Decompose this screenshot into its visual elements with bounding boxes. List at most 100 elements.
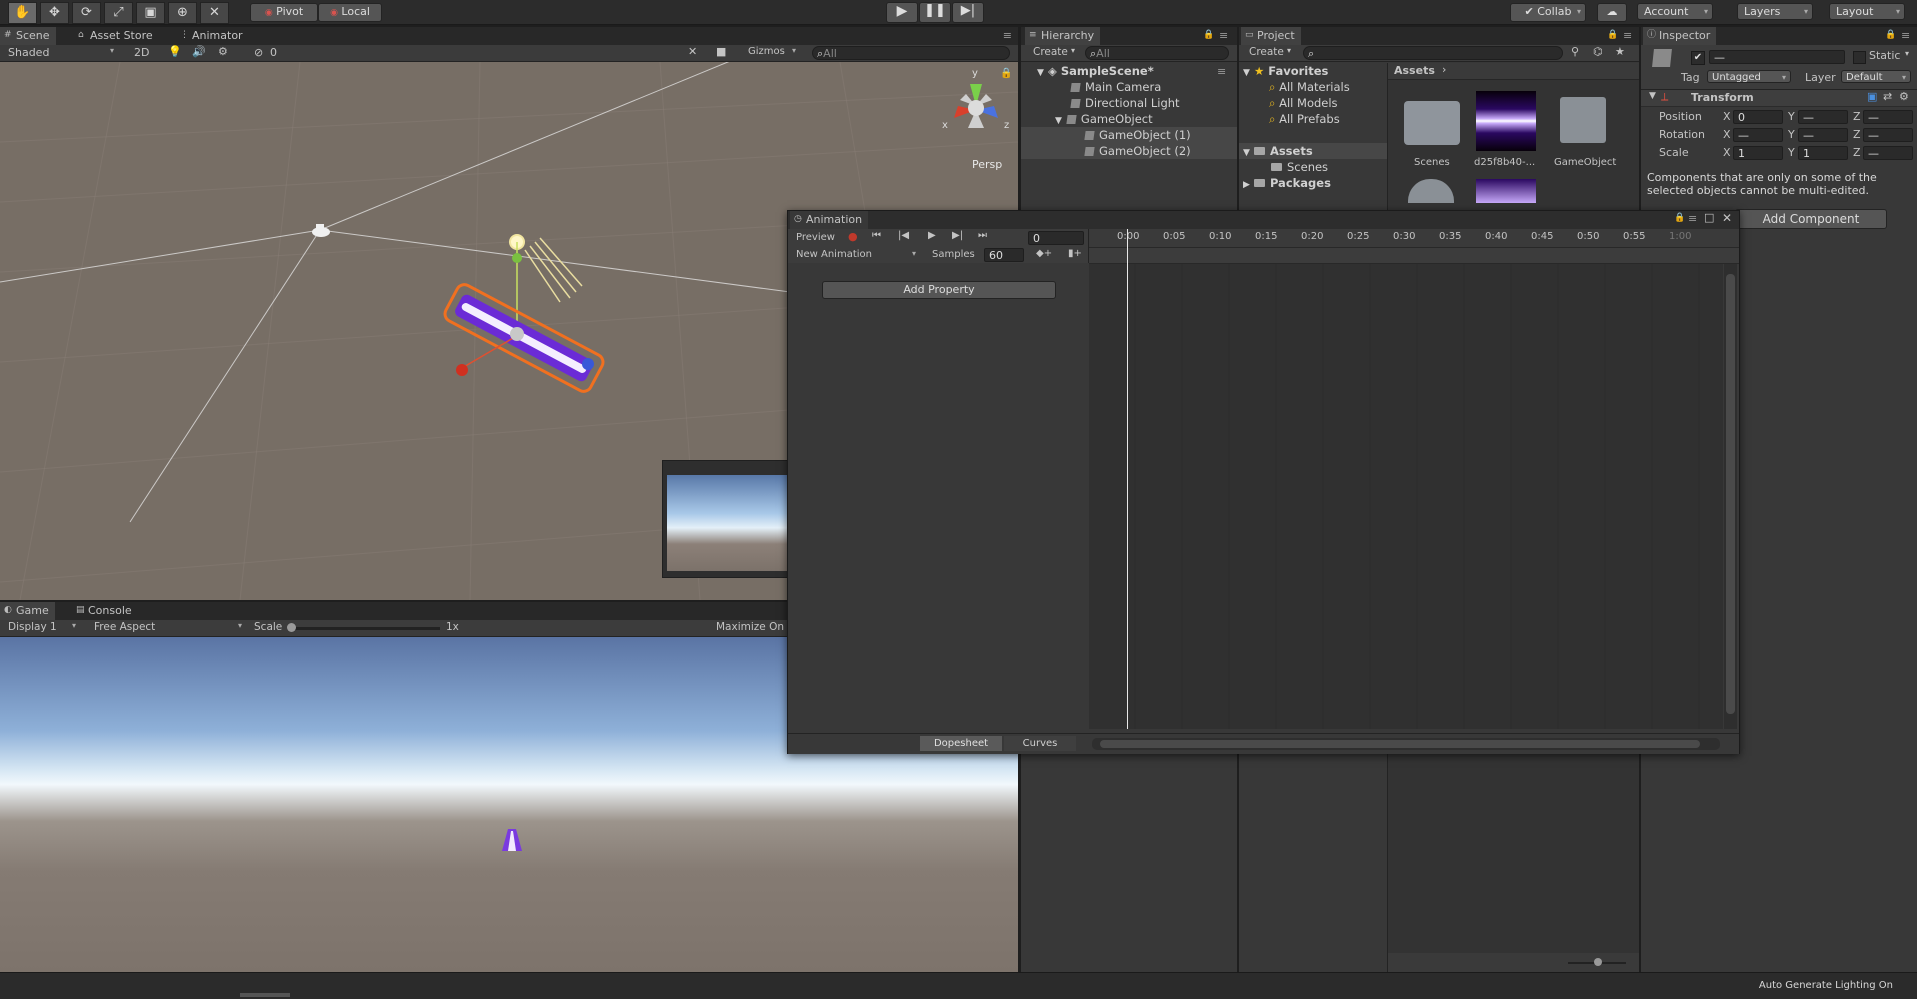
tab-game[interactable]: ◐ Game [0,602,55,620]
playhead-line[interactable] [1127,229,1128,729]
custom-tool-button[interactable]: ✕ [200,2,229,24]
add-component-button[interactable]: Add Component [1735,209,1887,229]
pivot-toggle[interactable]: ◉ Pivot [250,3,318,22]
asset-item-texture[interactable]: d25f8b40-... [1474,91,1538,171]
scale-slider-thumb[interactable] [287,623,296,632]
packages-folder[interactable]: ▶ Packages [1243,175,1331,191]
close-icon[interactable]: ✕ [1722,211,1732,225]
hierarchy-item-directional-light[interactable]: Directional Light [1070,95,1180,111]
rotation-y-field[interactable]: — [1798,128,1848,142]
static-checkbox[interactable] [1853,51,1866,64]
hierarchy-item-main-camera[interactable]: Main Camera [1070,79,1161,95]
tab-curves[interactable]: Curves [1004,736,1076,751]
audio-icon[interactable]: 🔊 [192,45,206,58]
rect-tool-button[interactable]: ▣ [136,2,165,24]
effects-icon[interactable]: ⚙ [218,45,228,58]
tools-icon[interactable]: ✕ [688,45,697,58]
prev-key-icon[interactable]: |◀ [898,230,909,241]
panel-menu-icon[interactable]: ≡ [1623,29,1632,42]
position-y-field[interactable]: — [1798,110,1848,124]
persp-label[interactable]: Persp [972,158,1002,171]
lock-icon[interactable]: 🔒 [1203,30,1214,40]
collab-dropdown[interactable]: ✔ Collab [1510,3,1586,22]
layers-dropdown[interactable]: Layers [1737,3,1813,20]
tab-hierarchy[interactable]: ≡ Hierarchy [1025,27,1101,45]
chevron-down-icon[interactable]: ▾ [1905,49,1909,58]
horizontal-scrollbar[interactable] [1092,738,1720,750]
z-axis-handle[interactable] [582,358,594,370]
tab-animator[interactable]: ⋮ Animator [176,27,249,45]
position-x-field[interactable]: 0 [1733,110,1783,124]
layout-dropdown[interactable]: Layout [1829,3,1905,20]
thumbnail-size-slider[interactable] [1388,953,1639,972]
scale-z-field[interactable]: — [1863,146,1913,160]
project-create-button[interactable]: Create [1249,46,1284,58]
record-icon[interactable]: ● [848,230,858,243]
tab-dopesheet[interactable]: Dopesheet [920,736,1002,751]
layer-dropdown[interactable]: Default [1841,70,1911,84]
center-handle[interactable] [510,327,524,341]
play-button[interactable]: ▶ [886,2,918,23]
add-property-button[interactable]: Add Property [822,281,1056,299]
project-search-input[interactable]: ⌕ [1303,46,1563,60]
rotation-z-field[interactable]: — [1863,128,1913,142]
asset-item-partial-2[interactable] [1476,179,1536,203]
tab-inspector[interactable]: ⓘ Inspector [1643,27,1717,45]
tag-dropdown[interactable]: Untagged [1707,70,1791,84]
add-keyframe-icon[interactable]: ◆+ [1036,248,1052,259]
step-button[interactable]: ▶| [952,2,984,23]
gear-icon[interactable]: ⚙ [1899,90,1909,103]
position-z-field[interactable]: — [1863,110,1913,124]
scale-slider[interactable] [287,623,440,632]
play-icon[interactable]: ▶ [928,230,936,241]
keyframe-row[interactable] [1089,248,1739,264]
hierarchy-create-button[interactable]: Create [1033,46,1068,58]
samples-field[interactable]: 60 [984,248,1024,262]
scene-menu-icon[interactable]: ≡ [1217,65,1226,78]
2d-toggle[interactable]: 2D [134,46,149,59]
transform-header[interactable]: ▼ ⟂ Transform ▣ ⇄ ⚙ [1641,90,1917,107]
name-field[interactable]: — [1709,50,1845,64]
move-tool-button[interactable]: ✥ [40,2,69,24]
asset-item-scenes[interactable]: Scenes [1400,91,1464,171]
scene-search-input[interactable]: ⌕All [812,46,1010,60]
timeline-ruler[interactable]: 0:00 0:05 0:10 0:15 0:20 0:25 0:30 0:35 … [1089,229,1739,248]
lock-icon[interactable]: 🔒 [1885,30,1896,40]
transform-tool-button[interactable]: ⊕ [168,2,197,24]
scene-root-item[interactable]: ▼ ◈ SampleScene* [1037,63,1154,79]
next-key-icon[interactable]: ▶| [952,230,963,241]
asset-item-gameobject[interactable]: GameObject [1550,91,1622,171]
frame-field[interactable]: 0 [1028,231,1084,245]
clip-dropdown[interactable]: New Animation [796,249,920,260]
hierarchy-search-input[interactable]: ⌕All [1085,46,1229,60]
hierarchy-item-gameobject-2[interactable]: GameObject (2) [1021,143,1237,159]
lock-icon[interactable]: 🔒 [1607,30,1618,40]
camera-icon[interactable]: ■ [716,45,726,58]
scenes-folder[interactable]: Scenes [1271,159,1328,175]
last-frame-icon[interactable]: ⏭ [978,230,987,241]
lighting-icon[interactable]: 💡 [168,45,182,58]
panel-menu-icon[interactable]: ≡ [1688,212,1697,225]
cloud-button[interactable]: ☁ [1597,3,1627,22]
lighting-status[interactable]: Auto Generate Lighting On [1759,980,1893,991]
x-axis-handle[interactable] [456,364,468,376]
lock-icon[interactable]: 🔒 [1674,213,1685,223]
favorites-folder[interactable]: ▼ ★ Favorites [1243,63,1328,79]
dopesheet-area[interactable] [1089,264,1723,729]
display-dropdown[interactable]: Display 1 [8,621,80,633]
filter-type-icon[interactable]: ⚲ [1571,45,1579,58]
vertical-scroll-thumb[interactable] [1726,274,1735,714]
shading-dropdown[interactable]: Shaded [8,46,118,59]
tab-console[interactable]: ▤ Console [72,602,138,620]
pause-button[interactable]: ❚❚ [919,2,951,23]
asset-item-partial-1[interactable] [1408,179,1454,203]
hidden-objects-icon[interactable]: ⊘ [254,46,263,59]
rotate-tool-button[interactable]: ⟳ [72,2,101,24]
aspect-dropdown[interactable]: Free Aspect [94,621,246,633]
favorite-star-icon[interactable]: ★ [1615,45,1625,58]
vertical-scrollbar[interactable] [1724,264,1737,729]
tab-animation[interactable]: ◷ Animation [790,211,869,229]
scale-x-field[interactable]: 1 [1733,146,1783,160]
account-dropdown[interactable]: Account [1637,3,1713,20]
preset-icon[interactable]: ⇄ [1883,90,1892,103]
